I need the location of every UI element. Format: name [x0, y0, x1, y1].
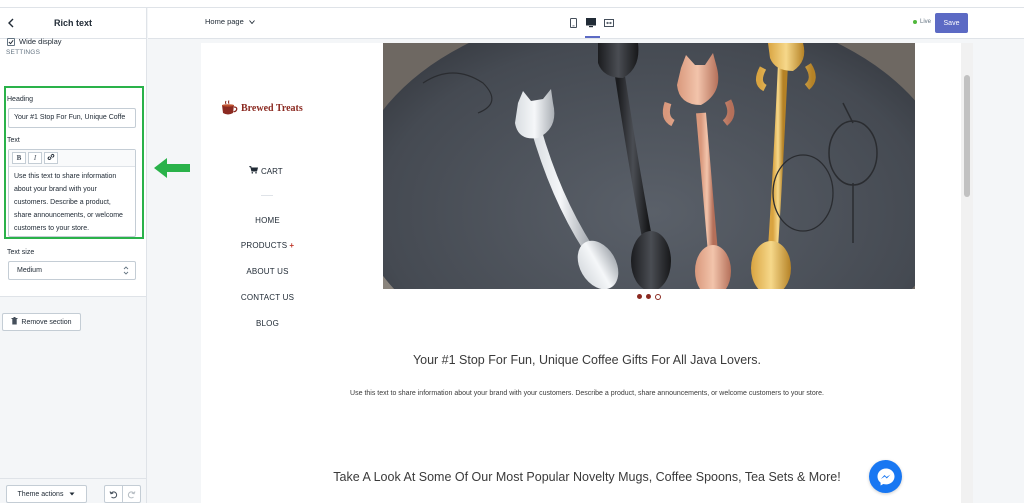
text-size-label: Text size — [7, 249, 35, 256]
expand-plus-icon[interactable]: + — [289, 241, 294, 250]
sidebar-footer: Theme actions — [0, 478, 146, 503]
section-title: Rich text — [53, 18, 92, 28]
back-arrow-icon[interactable] — [4, 15, 18, 31]
chevron-down-icon — [249, 17, 255, 26]
text-size-select[interactable]: Medium — [8, 261, 136, 280]
cart-icon — [249, 166, 259, 176]
undo-icon[interactable] — [105, 486, 122, 502]
wide-display-label: Wide display — [19, 37, 62, 46]
caret-down-icon — [69, 491, 75, 498]
hero-slideshow-image[interactable] — [383, 43, 915, 289]
nav-divider — [261, 195, 273, 196]
link-button[interactable] — [44, 152, 58, 164]
wide-display-row[interactable]: Wide display — [7, 37, 62, 46]
rich-text-body: Use this text to share information about… — [350, 390, 824, 397]
slide-dot[interactable] — [637, 294, 642, 299]
live-status: Live — [913, 19, 931, 25]
trash-icon — [11, 317, 18, 327]
logo-text: Brewed Treats — [241, 102, 303, 114]
section-heading: Take A Look At Some Of Our Most Popular … — [333, 470, 841, 484]
arrow-left-icon — [154, 158, 190, 178]
sidebar-header: Rich text — [0, 8, 146, 39]
messenger-icon — [877, 468, 894, 485]
store-logo[interactable]: Brewed Treats — [220, 100, 303, 116]
select-caret-icon — [123, 262, 129, 287]
preview-scrollbar[interactable] — [961, 43, 973, 503]
save-button[interactable]: Save — [935, 13, 968, 33]
remove-section-label: Remove section — [21, 318, 72, 326]
nav-item-contact-us[interactable]: CONTACT US — [201, 293, 334, 302]
italic-button[interactable]: I — [28, 152, 42, 164]
editor-topbar: Home page Live Save — [148, 8, 1024, 39]
editor-toolbar: B I — [9, 150, 135, 167]
bold-button[interactable]: B — [12, 152, 26, 164]
page-selector-label: Home page — [205, 17, 244, 26]
cart-label: CART — [261, 166, 283, 176]
nav-item-products[interactable]: PRODUCTS + — [201, 241, 334, 250]
slideshow-dots — [637, 293, 665, 300]
nav-item-home[interactable]: HOME — [201, 216, 334, 225]
coffee-cup-icon — [222, 100, 238, 115]
cart-link[interactable]: CART — [249, 166, 283, 176]
scrollbar-thumb[interactable] — [964, 75, 970, 197]
page-selector[interactable]: Home page — [205, 17, 255, 26]
nav-item-blog[interactable]: BLOG — [201, 319, 334, 328]
nav-item-products-label: PRODUCTS — [240, 241, 288, 250]
messenger-chat-button[interactable] — [869, 460, 902, 493]
remove-section-button[interactable]: Remove section — [2, 313, 81, 331]
editor-content[interactable]: Use this text to share information about… — [9, 167, 135, 238]
live-dot-icon — [913, 20, 917, 24]
text-editor[interactable]: B I Use this text to share information a… — [8, 149, 136, 237]
text-label: Text — [7, 137, 20, 144]
fullscreen-view-icon[interactable] — [600, 14, 618, 32]
live-label: Live — [920, 19, 932, 25]
redo-icon[interactable] — [122, 486, 140, 502]
slide-dot[interactable] — [646, 294, 651, 299]
mobile-view-icon[interactable] — [564, 14, 582, 32]
top-strip — [0, 0, 1024, 8]
slide-dot-active[interactable] — [655, 293, 661, 300]
store-preview: Brewed Treats CART HOME PRODUCTS + ABOUT … — [201, 43, 973, 503]
text-size-value: Medium — [17, 267, 42, 274]
link-icon — [47, 153, 55, 163]
heading-input[interactable]: Your #1 Stop For Fun, Unique Coffe — [8, 108, 136, 128]
wide-display-checkbox[interactable] — [7, 37, 15, 46]
desktop-view-icon[interactable] — [582, 14, 600, 38]
device-switcher — [564, 14, 618, 38]
theme-actions-button[interactable]: Theme actions — [6, 485, 87, 503]
nav-item-about-us[interactable]: ABOUT US — [201, 267, 334, 276]
theme-actions-label: Theme actions — [17, 490, 64, 498]
heading-label: Heading — [7, 96, 34, 103]
coffee-spoons-photo — [383, 43, 915, 289]
rich-text-heading: Your #1 Stop For Fun, Unique Coffee Gift… — [412, 353, 762, 367]
undo-redo-group — [104, 485, 141, 503]
